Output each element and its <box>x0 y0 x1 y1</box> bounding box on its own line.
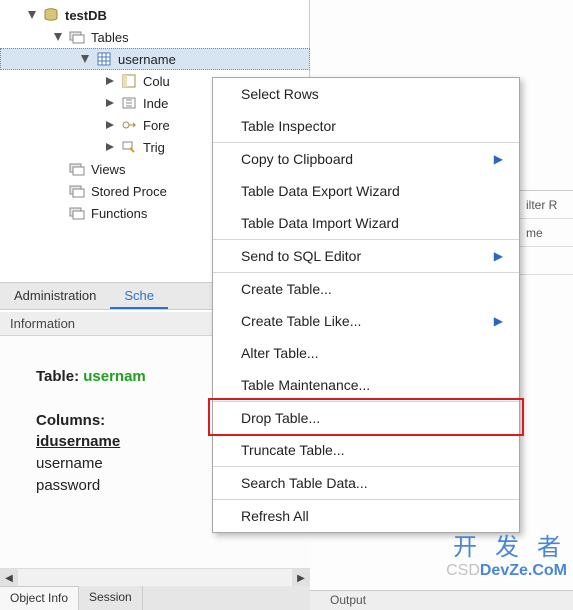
menu-item-label: Table Data Import Wizard <box>241 215 399 231</box>
info-table-value: usernam <box>83 368 146 385</box>
menu-item-label: Select Rows <box>241 86 319 102</box>
triggers-label: Trig <box>143 140 165 155</box>
tab-session[interactable]: Session <box>79 586 143 610</box>
tab-administration[interactable]: Administration <box>0 283 110 309</box>
collapse-toggle-icon[interactable] <box>104 75 116 87</box>
horizontal-scrollbar[interactable]: ◀ ▶ <box>0 568 310 586</box>
expand-toggle-icon[interactable] <box>26 9 38 21</box>
menu-item-copy-clip[interactable]: Copy to Clipboard ▶ <box>213 143 519 175</box>
menu-item-table-inspector[interactable]: Table Inspector <box>213 110 519 142</box>
menu-item-label: Create Table Like... <box>241 313 361 329</box>
menu-item-label: Table Inspector <box>241 118 336 134</box>
collapse-toggle-icon[interactable] <box>104 97 116 109</box>
menu-item-label: Create Table... <box>241 281 332 297</box>
tree-table-selected[interactable]: username <box>0 48 310 70</box>
menu-item-label: Alter Table... <box>241 345 319 361</box>
submenu-arrow-icon: ▶ <box>494 152 503 166</box>
menu-item-label: Send to SQL Editor <box>241 248 361 264</box>
menu-item-label: Copy to Clipboard <box>241 151 353 167</box>
menu-item-create-table[interactable]: Create Table... <box>213 273 519 305</box>
menu-item-label: Refresh All <box>241 508 309 524</box>
scroll-left-icon[interactable]: ◀ <box>0 569 18 587</box>
menu-item-refresh-all[interactable]: Refresh All <box>213 500 519 532</box>
storedproc-icon <box>68 182 86 200</box>
db-name: testDB <box>65 8 107 23</box>
filter-row[interactable]: ilter R <box>520 191 573 219</box>
tables-folder-icon <box>68 28 86 46</box>
tree-db-node[interactable]: testDB <box>0 4 310 26</box>
triggers-icon <box>120 138 138 156</box>
menu-item-search-data[interactable]: Search Table Data... <box>213 467 519 499</box>
info-tabs: Object Info Session <box>0 586 310 610</box>
menu-item-label: Search Table Data... <box>241 475 368 491</box>
foreignkeys-label: Fore <box>143 118 170 133</box>
tree-tables-node[interactable]: Tables <box>0 26 310 48</box>
selected-table-name: username <box>118 52 176 67</box>
indexes-label: Inde <box>143 96 168 111</box>
storedproc-label: Stored Proce <box>91 184 167 199</box>
info-table-label: Table: <box>36 368 83 385</box>
submenu-arrow-icon: ▶ <box>494 314 503 328</box>
views-icon <box>68 160 86 178</box>
submenu-arrow-icon: ▶ <box>494 249 503 263</box>
functions-label: Functions <box>91 206 147 221</box>
menu-item-import-wiz[interactable]: Table Data Import Wizard <box>213 207 519 239</box>
info-header-label: Information <box>10 316 75 331</box>
database-icon <box>42 6 60 24</box>
menu-item-create-like[interactable]: Create Table Like... ▶ <box>213 305 519 337</box>
output-header[interactable]: Output <box>310 590 573 610</box>
tab-object-info[interactable]: Object Info <box>0 586 79 610</box>
functions-icon <box>68 204 86 222</box>
scroll-right-icon[interactable]: ▶ <box>292 569 310 587</box>
menu-item-truncate-table[interactable]: Truncate Table... <box>213 434 519 466</box>
menu-item-maintenance[interactable]: Table Maintenance... <box>213 369 519 401</box>
foreignkey-icon <box>120 116 138 134</box>
columns-icon <box>120 72 138 90</box>
menu-item-send-sql[interactable]: Send to SQL Editor ▶ <box>213 240 519 272</box>
menu-item-label: Drop Table... <box>241 410 320 426</box>
context-menu: Select Rows Table Inspector Copy to Clipbo… <box>212 77 520 533</box>
menu-item-export-wiz[interactable]: Table Data Export Wizard <box>213 175 519 207</box>
indexes-icon <box>120 94 138 112</box>
columns-label: Colu <box>143 74 170 89</box>
table-icon <box>95 50 113 68</box>
menu-item-alter-table[interactable]: Alter Table... <box>213 337 519 369</box>
tab-schemas[interactable]: Sche <box>110 283 168 309</box>
expand-toggle-icon[interactable] <box>52 31 64 43</box>
grid-cell[interactable] <box>520 247 573 275</box>
menu-item-label: Truncate Table... <box>241 442 345 458</box>
collapse-toggle-icon[interactable] <box>104 141 116 153</box>
collapse-toggle-icon[interactable] <box>104 119 116 131</box>
menu-item-select-rows[interactable]: Select Rows <box>213 78 519 110</box>
tables-label: Tables <box>91 30 129 45</box>
menu-item-label: Table Maintenance... <box>241 377 370 393</box>
views-label: Views <box>91 162 125 177</box>
col-header-fragment[interactable]: me <box>520 219 573 247</box>
expand-toggle-icon[interactable] <box>79 53 91 65</box>
menu-item-label: Table Data Export Wizard <box>241 183 400 199</box>
menu-item-drop-table[interactable]: Drop Table... <box>213 402 519 434</box>
result-grid-fragment: ilter R me <box>520 190 573 350</box>
scroll-track[interactable] <box>18 569 292 586</box>
